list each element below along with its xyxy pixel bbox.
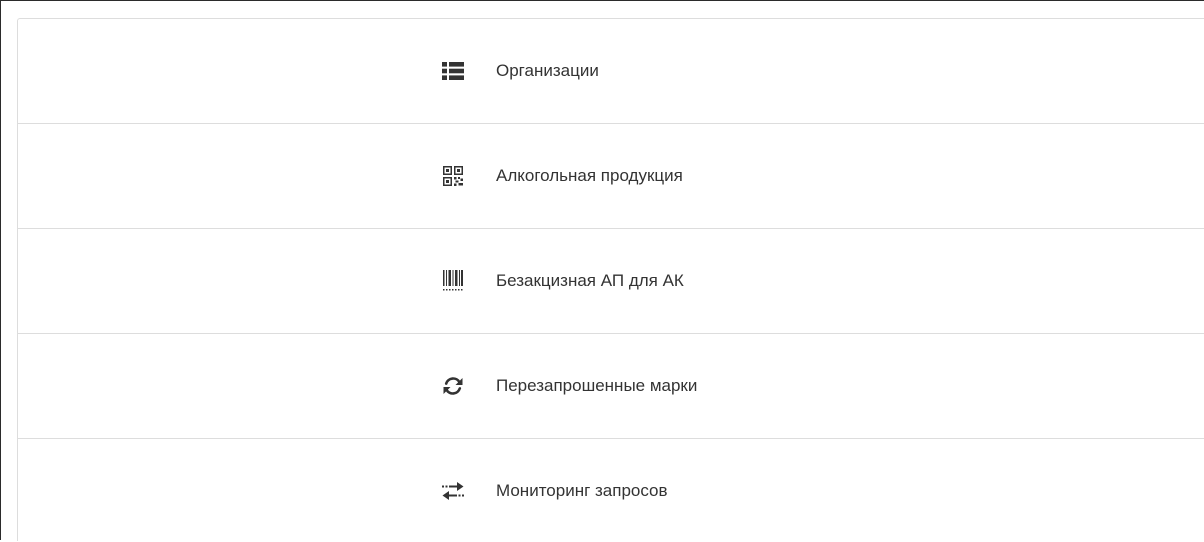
menu-item-label: Организации [496, 61, 599, 80]
main-panel: Организации Алкогольная продукция Безакц… [0, 0, 1204, 541]
barcode-icon [442, 270, 464, 292]
menu-item-label: Алкогольная продукция [496, 166, 683, 185]
menu-item-request-monitoring[interactable]: Мониторинг запросов [18, 439, 1204, 542]
menu-item-non-excise-products[interactable]: Безакцизная АП для АК [18, 229, 1204, 334]
refresh-icon [442, 375, 464, 397]
menu-item-alcohol-products[interactable]: Алкогольная продукция [18, 124, 1204, 229]
menu-item-label: Перезапрошенные марки [496, 376, 698, 395]
menu-item-label: Мониторинг запросов [496, 480, 668, 500]
qrcode-icon [442, 165, 464, 187]
menu-item-organizations[interactable]: Организации [18, 19, 1204, 124]
transfer-icon [442, 480, 464, 502]
main-menu: Организации Алкогольная продукция Безакц… [17, 18, 1204, 541]
menu-item-rerequested-marks[interactable]: Перезапрошенные марки [18, 334, 1204, 439]
list-icon [442, 60, 464, 82]
menu-item-label: Безакцизная АП для АК [496, 271, 684, 290]
